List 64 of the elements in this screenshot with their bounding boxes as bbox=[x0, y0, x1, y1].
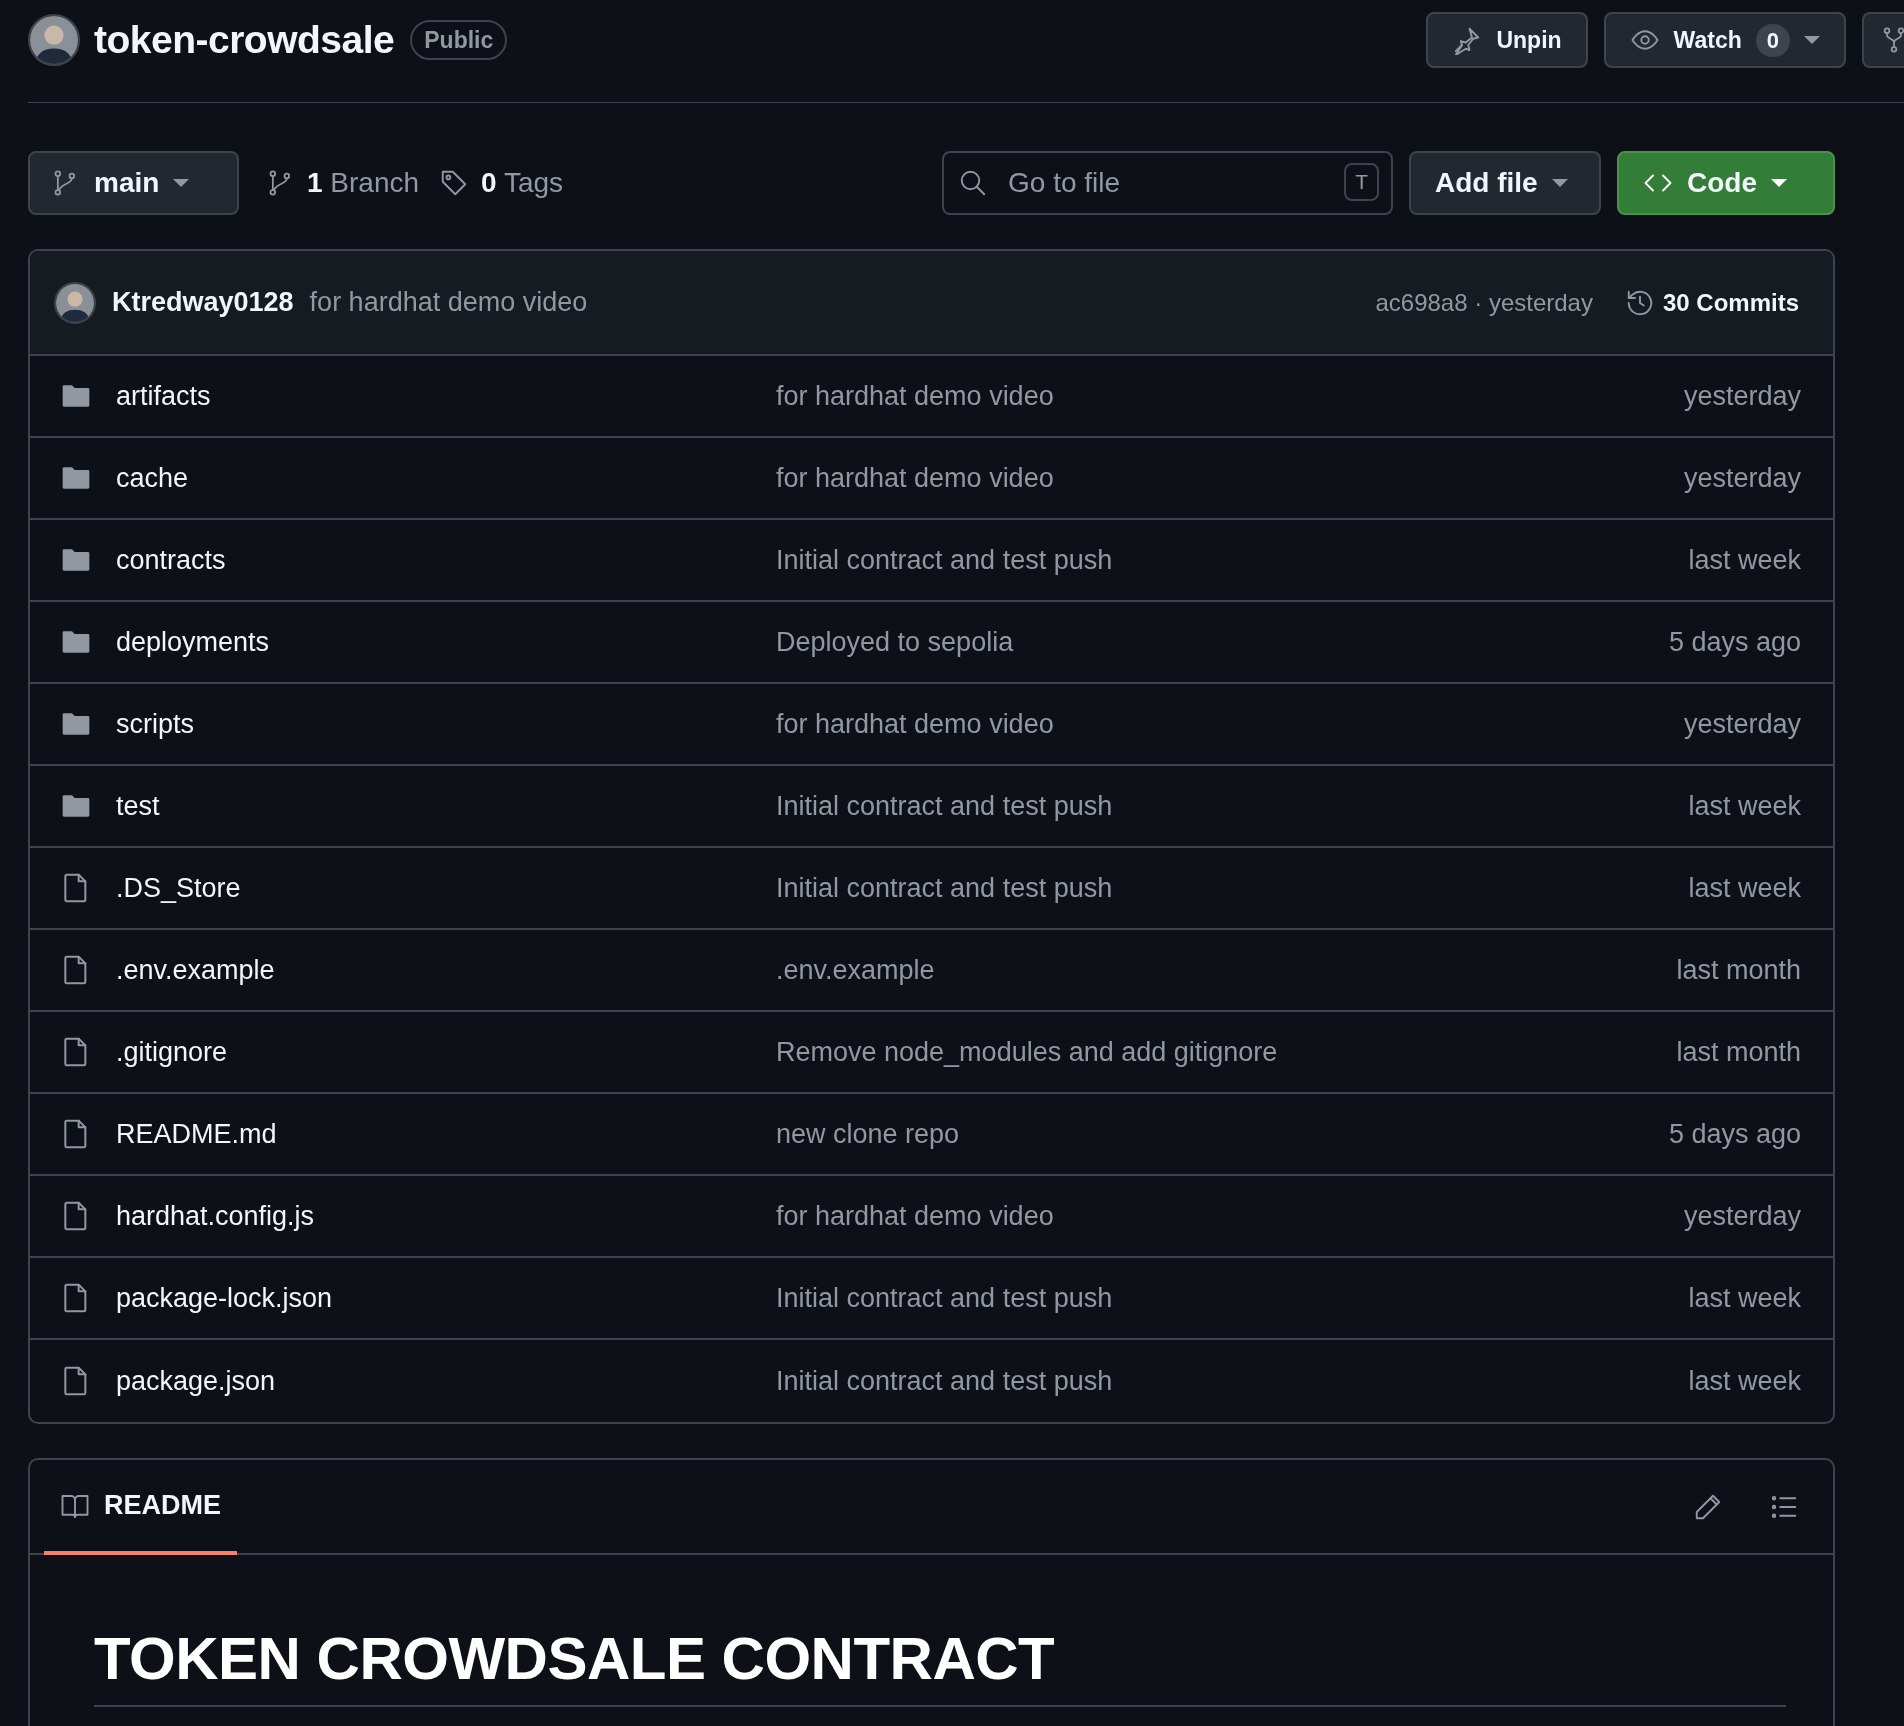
commit-time: last week bbox=[1688, 543, 1801, 577]
caret-icon bbox=[1551, 179, 1568, 187]
commit-message[interactable]: Deployed to sepolia bbox=[776, 621, 1669, 663]
commit-message[interactable]: Initial contract and test push bbox=[776, 539, 1689, 581]
commit-time: last month bbox=[1676, 953, 1801, 987]
avatar[interactable] bbox=[54, 281, 96, 324]
avatar[interactable] bbox=[28, 14, 80, 66]
commit-time: last week bbox=[1688, 1364, 1801, 1398]
caret-icon bbox=[1771, 179, 1787, 187]
commit-time: 5 days ago bbox=[1668, 1117, 1801, 1151]
watch-count: 0 bbox=[1755, 23, 1790, 57]
file-name[interactable]: test bbox=[116, 785, 776, 827]
shortcut-key: T bbox=[1344, 163, 1379, 201]
readme-tab[interactable]: README bbox=[44, 1460, 237, 1555]
watch-button[interactable]: Watch 0 bbox=[1603, 12, 1846, 68]
commit-message[interactable]: new clone repo bbox=[776, 1113, 1669, 1155]
fork-button[interactable] bbox=[1862, 12, 1904, 68]
code-button[interactable]: Code bbox=[1617, 151, 1835, 215]
file-name[interactable]: deployments bbox=[116, 621, 776, 663]
caret-icon bbox=[1804, 36, 1820, 44]
branches-link[interactable]: 1 Branch bbox=[267, 162, 420, 204]
readme-heading: TOKEN CROWDSALE CONTRACT bbox=[94, 1623, 1786, 1707]
file-name[interactable]: contracts bbox=[116, 539, 776, 581]
caret-icon bbox=[173, 179, 190, 187]
commit-message[interactable]: for hardhat demo video bbox=[776, 457, 1684, 499]
commit-time: last week bbox=[1688, 1281, 1801, 1315]
file-name[interactable]: .gitignore bbox=[116, 1031, 776, 1073]
file-name[interactable]: artifacts bbox=[116, 375, 776, 417]
commit-author[interactable]: Ktredway0128 bbox=[112, 282, 294, 323]
commit-time: last month bbox=[1676, 1035, 1801, 1069]
commit-message[interactable]: for hardhat demo video bbox=[776, 375, 1684, 417]
commit-time: last week bbox=[1688, 871, 1801, 905]
commit-message[interactable]: Initial contract and test push bbox=[776, 867, 1689, 909]
file-name[interactable]: package-lock.json bbox=[116, 1277, 776, 1319]
file-name[interactable]: scripts bbox=[116, 703, 776, 745]
commit-message[interactable]: .env.example bbox=[776, 949, 1677, 991]
commit-time: yesterday bbox=[1683, 379, 1801, 413]
visibility-label: Public bbox=[410, 19, 508, 61]
branch-selector[interactable]: main bbox=[28, 151, 239, 215]
commit-message[interactable]: for hardhat demo video bbox=[776, 1195, 1684, 1237]
commit-time: 5 days ago bbox=[1668, 625, 1801, 659]
commits-link[interactable]: 30 Commits bbox=[1624, 284, 1799, 321]
commit-time: yesterday bbox=[1683, 461, 1801, 495]
add-file-button[interactable]: Add file bbox=[1409, 151, 1601, 215]
commit-meta: ac698a8 · yesterday bbox=[1375, 287, 1593, 318]
file-name[interactable]: cache bbox=[116, 457, 776, 499]
commit-message[interactable]: Initial contract and test push bbox=[776, 785, 1689, 827]
file-name[interactable]: hardhat.config.js bbox=[116, 1195, 776, 1237]
file-name[interactable]: .DS_Store bbox=[116, 867, 776, 909]
commit-time: last week bbox=[1688, 789, 1801, 823]
commit-time: yesterday bbox=[1683, 1199, 1801, 1233]
tags-link[interactable]: 0 Tags bbox=[439, 162, 564, 204]
commit-message[interactable]: Initial contract and test push bbox=[776, 1277, 1689, 1319]
commit-message[interactable]: for hardhat demo video bbox=[309, 282, 588, 323]
commit-message[interactable]: Remove node_modules and add gitignore bbox=[776, 1031, 1677, 1073]
commit-message[interactable]: Initial contract and test push bbox=[776, 1360, 1689, 1402]
unpin-button[interactable]: Unpin bbox=[1426, 12, 1588, 68]
commit-time: yesterday bbox=[1683, 707, 1801, 741]
repo-title[interactable]: token-crowdsale bbox=[94, 10, 395, 70]
file-name[interactable]: .env.example bbox=[116, 949, 776, 991]
search-icon bbox=[958, 168, 988, 198]
file-name[interactable]: README.md bbox=[116, 1113, 776, 1155]
commit-message[interactable]: for hardhat demo video bbox=[776, 703, 1684, 745]
file-name[interactable]: package.json bbox=[116, 1360, 776, 1402]
